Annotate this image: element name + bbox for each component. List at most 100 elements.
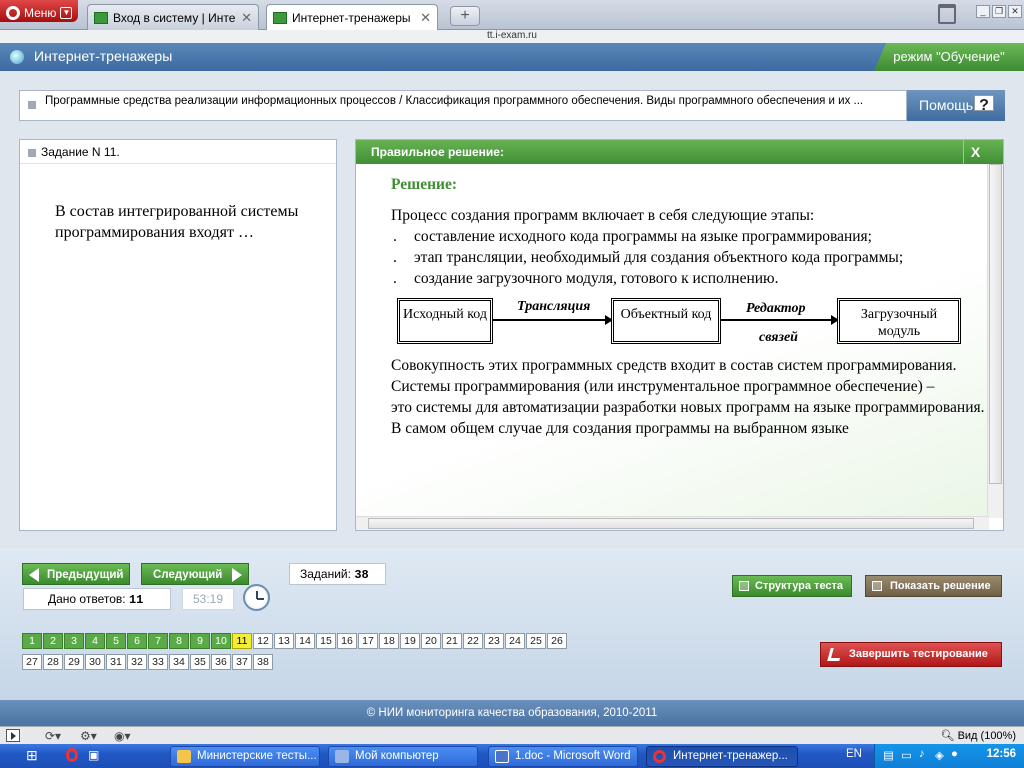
help-button[interactable]: Помощь ? [907, 90, 1005, 121]
show-solution-button[interactable]: Показать решение [865, 575, 1002, 597]
list-item-text: этап трансляции, необходимый для создани… [414, 249, 904, 266]
question-number-32[interactable]: 32 [127, 654, 147, 670]
windows-start-icon[interactable]: ⊞ [26, 747, 38, 764]
tasks-count-value: 38 [354, 568, 369, 582]
task-panel: Задание N 11. В состав интегрированной с… [19, 139, 337, 531]
question-number-29[interactable]: 29 [64, 654, 84, 670]
zoom-value: Вид (100%) [957, 730, 1016, 742]
opera-quicklaunch-icon[interactable] [66, 748, 78, 762]
zoom-icon: 🔍︎ [940, 730, 955, 742]
tab-title: Вход в систему | Интер... [113, 10, 236, 25]
question-number-1[interactable]: 1 [22, 633, 42, 649]
scrollbar-thumb[interactable] [368, 518, 974, 529]
restore-icon[interactable]: ❐ [992, 5, 1006, 18]
folder-icon [177, 750, 191, 763]
close-tab-icon[interactable]: ✕ [420, 10, 431, 26]
question-number-35[interactable]: 35 [190, 654, 210, 670]
test-structure-button[interactable]: Структура теста [732, 575, 852, 597]
question-number-36[interactable]: 36 [211, 654, 231, 670]
taskbar-item-label: 1.doc - Microsoft Word [515, 750, 631, 762]
horizontal-scrollbar[interactable] [356, 516, 989, 530]
question-number-6[interactable]: 6 [127, 633, 147, 649]
question-number-19[interactable]: 19 [400, 633, 420, 649]
scrollbar-thumb[interactable] [989, 164, 1002, 484]
question-number-15[interactable]: 15 [316, 633, 336, 649]
mode-badge: режим "Обучение" [874, 43, 1024, 71]
question-number-38[interactable]: 38 [253, 654, 273, 670]
taskbar-item-opera[interactable]: Интернет-тренажер... [646, 746, 798, 767]
question-number-10[interactable]: 10 [211, 633, 231, 649]
unite-icon[interactable]: ⚙▾ [80, 729, 97, 743]
sync-icon[interactable]: ⟳▾ [45, 729, 61, 743]
show-solution-label: Показать решение [890, 580, 991, 592]
list-item: . этап трансляции, необходимый для созда… [391, 247, 989, 268]
opera-menu-button[interactable]: Меню ▼ [0, 0, 78, 22]
tab-login[interactable]: Вход в систему | Интер... ✕ [87, 4, 259, 30]
tray-monitor-icon[interactable]: ▭ [901, 748, 912, 762]
question-number-23[interactable]: 23 [484, 633, 504, 649]
tray-shield-icon[interactable]: ◈ [935, 748, 944, 762]
panel-toggle-icon[interactable] [6, 729, 20, 742]
question-number-4[interactable]: 4 [85, 633, 105, 649]
previous-button[interactable]: Предыдущий [22, 563, 130, 585]
tray-app-icon[interactable]: ● [951, 748, 958, 760]
question-number-33[interactable]: 33 [148, 654, 168, 670]
quicklaunch-icon[interactable]: ▣ [88, 748, 99, 762]
question-number-34[interactable]: 34 [169, 654, 189, 670]
arrow-left-icon [29, 568, 39, 582]
question-number-2[interactable]: 2 [43, 633, 63, 649]
clock-icon [243, 584, 270, 611]
close-window-icon[interactable]: ✕ [1008, 5, 1022, 18]
solution-paragraph: Системы программирования (или инструмент… [391, 378, 935, 395]
chevron-down-icon: ▼ [60, 7, 73, 19]
question-number-37[interactable]: 37 [232, 654, 252, 670]
taskbar-item-word[interactable]: 1.doc - Microsoft Word [488, 746, 638, 767]
turbo-icon[interactable]: ◉▾ [114, 729, 131, 743]
question-number-31[interactable]: 31 [106, 654, 126, 670]
close-solution-button[interactable]: X [963, 140, 987, 164]
vertical-scrollbar[interactable] [987, 164, 1003, 518]
opera-logo-icon [6, 6, 20, 20]
tray-volume-icon[interactable]: ♪ [919, 748, 925, 760]
previous-label: Предыдущий [47, 569, 124, 581]
question-number-17[interactable]: 17 [358, 633, 378, 649]
close-tab-icon[interactable]: ✕ [241, 10, 252, 26]
question-number-28[interactable]: 28 [43, 654, 63, 670]
question-number-27[interactable]: 27 [22, 654, 42, 670]
taskbar-clock: 12:56 [986, 748, 1016, 760]
question-number-26[interactable]: 26 [547, 633, 567, 649]
question-number-9[interactable]: 9 [190, 633, 210, 649]
question-number-18[interactable]: 18 [379, 633, 399, 649]
question-grid-row-1: 1 2 3 4 5 6 7 8 9 10 11 12 13 14 15 16 17 18 19 20 21 22 23 24 2… [22, 633, 568, 649]
taskbar-item-my-computer[interactable]: Мой компьютер [328, 746, 478, 767]
language-indicator[interactable]: EN [846, 748, 862, 760]
question-number-7[interactable]: 7 [148, 633, 168, 649]
app-header: Интернет-тренажеры [0, 43, 1024, 71]
question-number-21[interactable]: 21 [442, 633, 462, 649]
url-display[interactable]: tt.i-exam.ru [0, 30, 1024, 43]
diagram-box-object: Объектный код [611, 298, 721, 344]
trash-icon[interactable] [938, 4, 956, 24]
zoom-control[interactable]: 🔍︎ Вид (100%) [941, 729, 1016, 742]
tray-network-icon[interactable]: ▤ [883, 748, 894, 762]
new-tab-button[interactable]: + [450, 6, 480, 26]
question-number-14[interactable]: 14 [295, 633, 315, 649]
question-number-16[interactable]: 16 [337, 633, 357, 649]
question-number-22[interactable]: 22 [463, 633, 483, 649]
question-number-13[interactable]: 13 [274, 633, 294, 649]
question-number-3[interactable]: 3 [64, 633, 84, 649]
task-question: В состав интегрированной системы програм… [55, 203, 299, 241]
question-number-5[interactable]: 5 [106, 633, 126, 649]
question-number-8[interactable]: 8 [169, 633, 189, 649]
question-number-30[interactable]: 30 [85, 654, 105, 670]
question-number-11[interactable]: 11 [232, 633, 252, 649]
taskbar-item-tests[interactable]: Министерские тесты... [170, 746, 320, 767]
question-number-20[interactable]: 20 [421, 633, 441, 649]
question-number-24[interactable]: 24 [505, 633, 525, 649]
next-button[interactable]: Следующий [141, 563, 249, 585]
question-number-25[interactable]: 25 [526, 633, 546, 649]
finish-test-button[interactable]: Завершить тестирование [820, 642, 1002, 667]
question-number-12[interactable]: 12 [253, 633, 273, 649]
tab-trainer[interactable]: Интернет-тренажеры ✕ [266, 4, 438, 31]
minimize-icon[interactable]: _ [976, 5, 990, 18]
